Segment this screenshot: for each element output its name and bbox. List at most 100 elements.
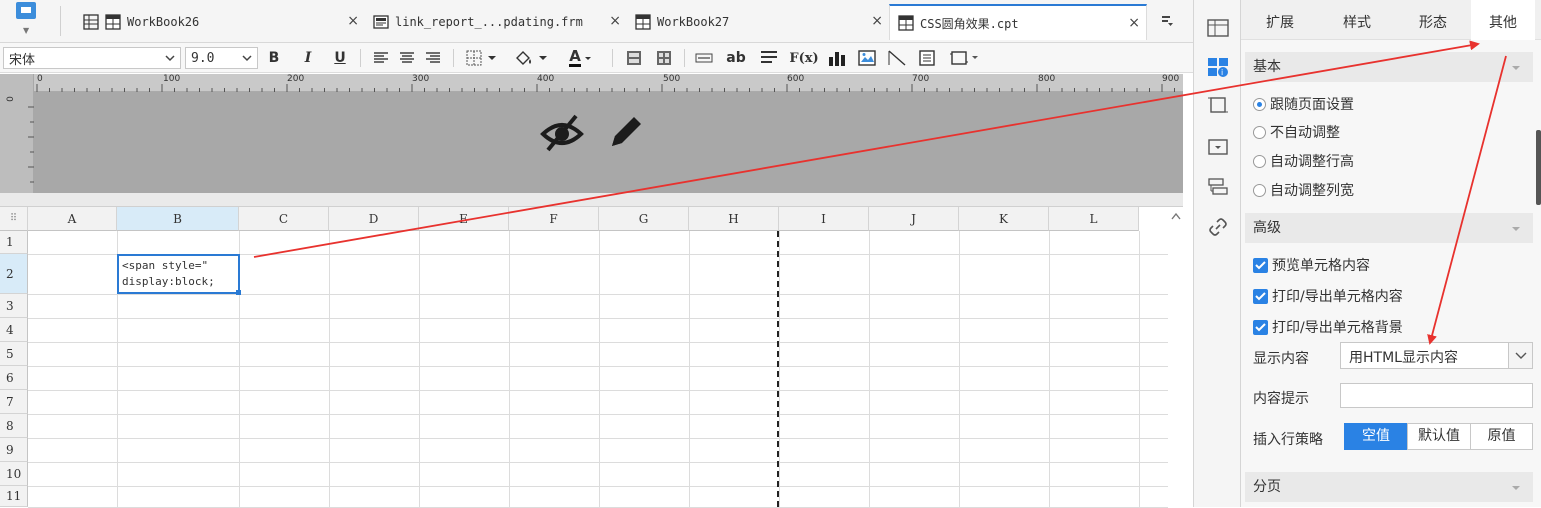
check-print-content[interactable]: 打印/导出单元格内容 xyxy=(1253,286,1403,306)
ruler-tick: 500 xyxy=(663,74,681,84)
section-advanced[interactable]: 高级 xyxy=(1245,213,1533,243)
radio-no-auto[interactable]: 不自动调整 xyxy=(1253,122,1340,142)
chart-icon[interactable] xyxy=(826,47,848,69)
align-center-icon[interactable] xyxy=(398,47,416,69)
row-header[interactable]: 1 xyxy=(0,231,28,254)
border-icon[interactable] xyxy=(464,47,502,69)
row-header[interactable]: 2 xyxy=(0,254,28,294)
row-header[interactable]: 8 xyxy=(0,414,28,438)
paragraph-icon[interactable] xyxy=(758,47,780,69)
text-field-icon[interactable] xyxy=(694,47,714,69)
column-header[interactable]: I xyxy=(779,207,869,231)
scroll-up-icon[interactable] xyxy=(1170,211,1182,221)
row-header[interactable]: 4 xyxy=(0,318,28,342)
fill-color-icon[interactable] xyxy=(512,47,552,69)
selected-cell-b2[interactable]: <span style=" display:block; xyxy=(117,254,240,294)
check-print-background[interactable]: 打印/导出单元格背景 xyxy=(1253,317,1403,337)
subreport-icon[interactable] xyxy=(916,47,938,69)
tooltip-input[interactable] xyxy=(1340,383,1533,408)
row-header[interactable]: 10 xyxy=(0,462,28,486)
align-left-icon[interactable] xyxy=(372,47,390,69)
column-header[interactable]: E xyxy=(419,207,509,231)
insert-option-default[interactable]: 默认值 xyxy=(1407,423,1471,450)
radio-auto-col-width[interactable]: 自动调整列宽 xyxy=(1253,180,1354,200)
row-header[interactable]: 6 xyxy=(0,366,28,390)
grid-col-line xyxy=(869,231,870,507)
italic-button[interactable]: I xyxy=(299,47,317,69)
column-header[interactable]: A xyxy=(28,207,117,231)
display-content-select[interactable]: 用HTML显示内容 xyxy=(1340,342,1533,369)
fill-handle[interactable] xyxy=(236,290,241,295)
close-icon[interactable]: × xyxy=(1128,15,1140,31)
grid-corner[interactable]: ⠿ xyxy=(0,207,28,231)
tab-other[interactable]: 其他 xyxy=(1471,0,1535,40)
section-basic[interactable]: 基本 xyxy=(1245,52,1533,82)
insert-option-original[interactable]: 原值 xyxy=(1470,423,1533,450)
app-logo-icon[interactable] xyxy=(14,2,40,24)
ruler-ticks xyxy=(36,84,1175,92)
close-icon[interactable]: × xyxy=(347,13,359,29)
formula-button[interactable]: F(x) xyxy=(788,47,820,69)
link-icon[interactable] xyxy=(1206,215,1230,239)
insert-option-null[interactable]: 空值 xyxy=(1344,423,1408,450)
merge-cells-icon[interactable] xyxy=(624,47,644,69)
slash-icon[interactable] xyxy=(886,47,908,69)
eye-off-icon[interactable] xyxy=(540,112,584,154)
column-header[interactable]: L xyxy=(1049,207,1139,231)
font-size-select[interactable]: 9.0 xyxy=(185,47,258,69)
close-icon[interactable]: × xyxy=(609,13,621,29)
tab-style[interactable]: 样式 xyxy=(1319,0,1395,40)
image-icon[interactable] xyxy=(856,47,878,69)
row-header[interactable]: 7 xyxy=(0,390,28,414)
column-header[interactable]: D xyxy=(329,207,419,231)
tab-workbook26[interactable]: WorkBook26 × xyxy=(75,4,365,40)
scrollbar-thumb[interactable] xyxy=(1536,130,1541,205)
font-color-button[interactable]: A xyxy=(562,47,602,69)
chevron-down-icon xyxy=(584,57,591,60)
spreadsheet-grid[interactable]: ⠿ ABCDEFGHIJKL 1 2 3 4 5 6 7 8 9 10 11 <span style… xyxy=(0,207,1183,508)
split-cells-icon[interactable] xyxy=(654,47,674,69)
tab-link-report[interactable]: link_report_...pdating.frm × xyxy=(365,4,627,40)
row-header[interactable]: 11 xyxy=(0,486,28,507)
section-paging[interactable]: 分页 xyxy=(1245,472,1533,502)
report-header-area[interactable] xyxy=(34,92,1183,193)
pencil-icon[interactable] xyxy=(606,112,646,152)
column-header[interactable]: C xyxy=(239,207,329,231)
column-header[interactable]: G xyxy=(599,207,689,231)
column-header[interactable]: K xyxy=(959,207,1049,231)
column-header[interactable]: F xyxy=(509,207,599,231)
area-divider xyxy=(0,193,1183,207)
tab-workbook27[interactable]: WorkBook27 × xyxy=(627,4,889,40)
column-header[interactable]: J xyxy=(869,207,959,231)
radio-follow-page[interactable]: 跟随页面设置 xyxy=(1253,94,1354,114)
font-family-select[interactable]: 宋体 xyxy=(3,47,181,69)
cell-attributes-icon[interactable] xyxy=(1206,16,1230,40)
tab-extend[interactable]: 扩展 xyxy=(1241,0,1319,40)
radio-auto-row-height[interactable]: 自动调整行高 xyxy=(1253,151,1354,171)
ruler-tick: 900 xyxy=(1162,74,1180,84)
dropdown-settings-icon[interactable] xyxy=(1206,135,1230,159)
tab-menu-icon[interactable] xyxy=(1160,14,1174,28)
row-header[interactable]: 3 xyxy=(0,294,28,318)
condition-icon[interactable] xyxy=(1206,175,1230,199)
align-right-icon[interactable] xyxy=(424,47,442,69)
column-header[interactable]: H xyxy=(689,207,779,231)
row-header[interactable]: 5 xyxy=(0,342,28,366)
row-header[interactable]: 9 xyxy=(0,438,28,462)
widget-settings-icon[interactable] xyxy=(1206,93,1230,117)
checkbox-checked-icon xyxy=(1253,257,1268,273)
divider xyxy=(453,49,454,67)
underline-button[interactable]: U xyxy=(331,47,349,69)
column-header[interactable]: B xyxy=(117,207,239,231)
svg-text:i: i xyxy=(1221,68,1223,77)
chevron-down-icon[interactable]: ▼ xyxy=(23,26,29,35)
bold-button[interactable]: B xyxy=(264,47,284,69)
tab-shape[interactable]: 形态 xyxy=(1395,0,1471,40)
tab-css-rounded[interactable]: CSS圆角效果.cpt × xyxy=(889,4,1147,40)
cell-element-icon[interactable]: i xyxy=(1206,55,1230,79)
section-title: 基本 xyxy=(1253,59,1281,75)
check-preview-content[interactable]: 预览单元格内容 xyxy=(1253,255,1370,275)
widget-icon[interactable] xyxy=(948,47,982,69)
text-style-button[interactable]: ab xyxy=(724,47,748,69)
close-icon[interactable]: × xyxy=(871,13,883,29)
